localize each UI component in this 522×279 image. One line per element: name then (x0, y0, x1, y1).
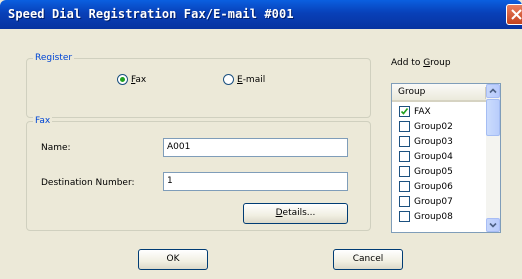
group-checkbox[interactable] (399, 196, 410, 207)
group-row[interactable]: Group05 (392, 164, 486, 179)
group-name: Group08 (414, 211, 453, 222)
group-checkbox[interactable] (399, 106, 410, 117)
email-radio[interactable]: E-mail (223, 74, 265, 85)
register-legend: Register (33, 52, 75, 64)
chevron-down-icon (489, 222, 497, 228)
check-icon (400, 108, 409, 115)
email-radio-rest: -mail (242, 74, 266, 85)
ok-button[interactable]: OK (138, 249, 208, 270)
scroll-down-button[interactable] (486, 218, 500, 232)
group-row[interactable]: Group07 (392, 194, 486, 209)
group-name: FAX (414, 106, 431, 117)
group-row[interactable]: Group02 (392, 119, 486, 134)
group-column-header[interactable]: Group (392, 84, 486, 102)
destination-number-label: Destination Number: (41, 178, 135, 188)
scroll-up-button[interactable] (486, 84, 500, 98)
group-name: Group04 (414, 151, 453, 162)
group-checkbox[interactable] (399, 151, 410, 162)
email-radio-label: E-mail (237, 75, 265, 85)
group-list-scrollbar[interactable] (486, 84, 500, 232)
group-row[interactable]: Group08 (392, 209, 486, 224)
fax-group: Fax Name: A001 Destination Number: 1 Det… (26, 115, 371, 231)
group-checkbox[interactable] (399, 136, 410, 147)
group-name: Group07 (414, 196, 453, 207)
register-group: Register Fax E-mail (26, 52, 371, 118)
group-list[interactable]: Group FAX Group02 Group03 Group04 Group0… (391, 83, 501, 233)
group-row-fax[interactable]: FAX (392, 104, 486, 119)
chevron-up-icon (489, 88, 497, 94)
group-name: Group05 (414, 166, 453, 177)
email-radio-circle[interactable] (223, 74, 234, 85)
add-to-group-suffix: roup (430, 58, 451, 68)
group-rows: FAX Group02 Group03 Group04 Group05 Grou… (392, 104, 486, 224)
destination-number-input[interactable]: 1 (163, 172, 348, 191)
group-checkbox[interactable] (399, 166, 410, 177)
group-row[interactable]: Group06 (392, 179, 486, 194)
fax-radio-label: Fax (131, 75, 146, 85)
close-icon (511, 9, 522, 20)
group-checkbox[interactable] (399, 211, 410, 222)
group-name: Group02 (414, 121, 453, 132)
title-bar: Speed Dial Registration Fax/E-mail #001 (0, 0, 522, 29)
details-mnemonic: D (275, 208, 283, 218)
window-title: Speed Dial Registration Fax/E-mail #001 (8, 7, 294, 21)
scroll-thumb[interactable] (486, 99, 500, 136)
fax-radio[interactable]: Fax (117, 74, 146, 85)
dialog-body: Register Fax E-mail Fax Name: A001 Desti… (0, 29, 522, 279)
group-name: Group03 (414, 136, 453, 147)
close-button[interactable] (506, 4, 522, 25)
fax-radio-rest: ax (135, 74, 147, 85)
cancel-button[interactable]: Cancel (333, 249, 403, 270)
group-row[interactable]: Group04 (392, 149, 486, 164)
name-input[interactable]: A001 (163, 138, 348, 157)
name-label: Name: (41, 143, 71, 153)
group-row[interactable]: Group03 (392, 134, 486, 149)
group-checkbox[interactable] (399, 121, 410, 132)
add-to-group-prefix: Add to (391, 58, 424, 68)
fax-legend: Fax (33, 115, 53, 127)
group-name: Group06 (414, 181, 453, 192)
add-to-group-label: Add to Group (391, 58, 451, 68)
details-button[interactable]: Details... (243, 203, 348, 224)
fax-radio-circle[interactable] (117, 74, 128, 85)
group-checkbox[interactable] (399, 181, 410, 192)
details-rest: etails... (282, 208, 316, 218)
